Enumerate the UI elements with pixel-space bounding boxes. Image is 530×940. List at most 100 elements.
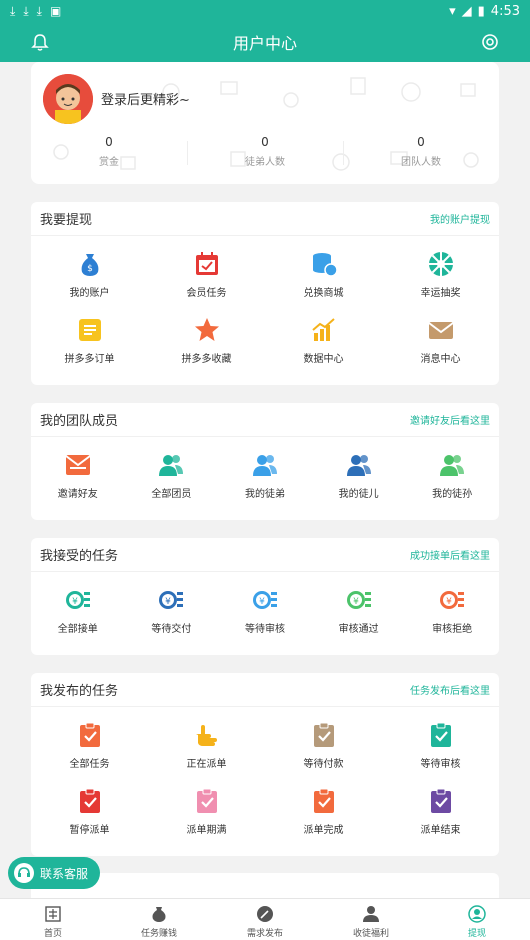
item-label: 等待审核 — [244, 624, 285, 635]
stat-value: 0 — [417, 135, 425, 149]
app-header: 用户中心 — [0, 22, 530, 62]
item-label: 暂停派单 — [69, 825, 110, 836]
item-label: 全部团员 — [151, 489, 192, 500]
published-item-5[interactable]: 派单期满 — [148, 773, 265, 839]
withdraw-item-4[interactable]: 拼多多订单 — [31, 302, 148, 368]
team-item-4[interactable]: 我的徒孙 — [405, 437, 499, 503]
status-system: ▾ ◢ ▮ 4:53 — [449, 4, 520, 19]
stat-team[interactable]: 0 团队人数 — [343, 135, 499, 168]
accepted-item-4[interactable]: ¥ 审核拒绝 — [405, 572, 499, 638]
team-item-0[interactable]: 邀请好友 — [31, 437, 125, 503]
accepted-item-0[interactable]: ¥ 全部接单 — [31, 572, 125, 638]
accepted-item-3[interactable]: ¥ 审核通过 — [312, 572, 406, 638]
item-label: 数据中心 — [303, 354, 344, 365]
download-icon: ⤓ — [23, 3, 29, 18]
tab-label: 需求发布 — [246, 929, 283, 939]
withdraw-item-7[interactable]: 消息中心 — [382, 302, 499, 368]
section-link[interactable]: 邀请好友后看这里 — [410, 412, 490, 427]
svg-text:¥: ¥ — [259, 597, 265, 607]
stat-value: 0 — [105, 135, 113, 149]
tab-label: 首页 — [43, 929, 62, 939]
avatar[interactable] — [43, 74, 93, 124]
star-icon — [148, 316, 265, 344]
withdraw-item-6[interactable]: 数据中心 — [265, 302, 382, 368]
page-title: 用户中心 — [232, 34, 297, 53]
stat-label: 赏金 — [99, 157, 119, 168]
money-bag-icon: $ — [31, 250, 148, 278]
withdraw-item-1[interactable]: 会员任务 — [148, 236, 265, 302]
tab-3[interactable]: 收徒福利 — [318, 899, 424, 940]
published-item-7[interactable]: 派单结束 — [382, 773, 499, 839]
signal-icon: ◢ — [461, 3, 472, 19]
published-item-4[interactable]: 暂停派单 — [31, 773, 148, 839]
item-label: 正在派单 — [186, 759, 227, 770]
battery-icon: ▮ — [477, 3, 485, 19]
section-link[interactable]: 任务发布后看这里 — [410, 682, 490, 697]
headset-icon — [14, 863, 34, 883]
wheel-icon — [382, 250, 499, 278]
clipboard-check-icon — [382, 721, 499, 749]
money-bag-icon — [106, 904, 212, 924]
item-label: 拼多多收藏 — [181, 354, 232, 365]
coin-list-icon: ¥ — [31, 586, 125, 614]
published-item-0[interactable]: 全部任务 — [31, 707, 148, 773]
team-item-1[interactable]: 全部团员 — [125, 437, 219, 503]
invite-icon — [31, 451, 125, 479]
stat-bounty[interactable]: 0 赏金 — [31, 135, 187, 168]
withdraw-icon — [424, 904, 530, 924]
coin-stack-icon — [265, 250, 382, 278]
profile-card[interactable]: 登录后更精彩~ 0 赏金 0 徒弟人数 0 团队人数 — [31, 62, 499, 184]
item-label: 邀请好友 — [57, 489, 98, 500]
download-icon: ⤓ — [36, 3, 42, 18]
contact-label: 联系客服 — [40, 866, 89, 881]
published-item-3[interactable]: 等待审核 — [382, 707, 499, 773]
svg-text:¥: ¥ — [353, 597, 359, 607]
item-label: 我的徒孙 — [432, 489, 473, 500]
status-bar: ⤓ ⤓ ⤓ ▣ ▾ ◢ ▮ 4:53 — [0, 0, 530, 22]
withdraw-item-2[interactable]: 兑换商城 — [265, 236, 382, 302]
tab-1[interactable]: 任务赚钱 — [106, 899, 212, 940]
stat-label: 团队人数 — [401, 157, 441, 168]
section-link[interactable]: 我的账户提现 — [430, 211, 490, 226]
tab-label: 任务赚钱 — [140, 929, 177, 939]
section-title: 我接受的任务 — [40, 549, 119, 564]
team-icon — [218, 451, 312, 479]
bottom-tab-bar: 首页 任务赚钱 需求发布 收徒福利 提现 — [0, 898, 530, 940]
team-item-2[interactable]: 我的徒弟 — [218, 437, 312, 503]
order-icon — [31, 316, 148, 344]
item-label: 派单期满 — [186, 825, 227, 836]
accepted-item-1[interactable]: ¥ 等待交付 — [125, 572, 219, 638]
published-item-2[interactable]: 等待付款 — [265, 707, 382, 773]
withdraw-item-5[interactable]: 拼多多收藏 — [148, 302, 265, 368]
svg-text:$: $ — [87, 264, 93, 274]
login-prompt[interactable]: 登录后更精彩~ — [101, 89, 190, 108]
settings-icon[interactable] — [480, 32, 500, 52]
stat-value: 0 — [261, 135, 269, 149]
team-grid: 邀请好友 全部团员 我的徒弟 我的徒儿 我的徒孙 — [31, 437, 499, 503]
accepted-item-2[interactable]: ¥ 等待审核 — [218, 572, 312, 638]
contact-service-button[interactable]: 联系客服 — [8, 857, 100, 889]
stat-apprentices[interactable]: 0 徒弟人数 — [187, 135, 343, 168]
tab-2[interactable]: 需求发布 — [212, 899, 318, 940]
bell-icon[interactable] — [30, 32, 50, 52]
withdraw-item-3[interactable]: 幸运抽奖 — [382, 236, 499, 302]
section-team: 我的团队成员 邀请好友后看这里 邀请好友 全部团员 我的徒弟 我的徒儿 我的徒孙 — [31, 403, 499, 520]
section-link[interactable]: 成功接单后看这里 — [410, 547, 490, 562]
section-header: 我接受的任务 成功接单后看这里 — [31, 538, 499, 572]
user-icon — [318, 904, 424, 924]
notification-icon: ▣ — [49, 4, 62, 18]
download-icon: ⤓ — [10, 3, 16, 18]
withdraw-grid: $ 我的账户 会员任务 兑换商城 幸运抽奖拼多多订单 拼多多收藏 数据中心 消息中心 — [31, 236, 499, 368]
item-label: 会员任务 — [186, 288, 227, 299]
svg-text:¥: ¥ — [446, 597, 452, 607]
withdraw-item-0[interactable]: $ 我的账户 — [31, 236, 148, 302]
published-item-6[interactable]: 派单完成 — [265, 773, 382, 839]
tab-4[interactable]: 提现 — [424, 899, 530, 940]
item-label: 我的账户 — [69, 288, 110, 299]
mail-icon — [382, 316, 499, 344]
publish-icon — [212, 904, 318, 924]
published-item-1[interactable]: 正在派单 — [148, 707, 265, 773]
item-label: 我的徒儿 — [338, 489, 379, 500]
team-item-3[interactable]: 我的徒儿 — [312, 437, 406, 503]
tab-0[interactable]: 首页 — [0, 899, 106, 940]
